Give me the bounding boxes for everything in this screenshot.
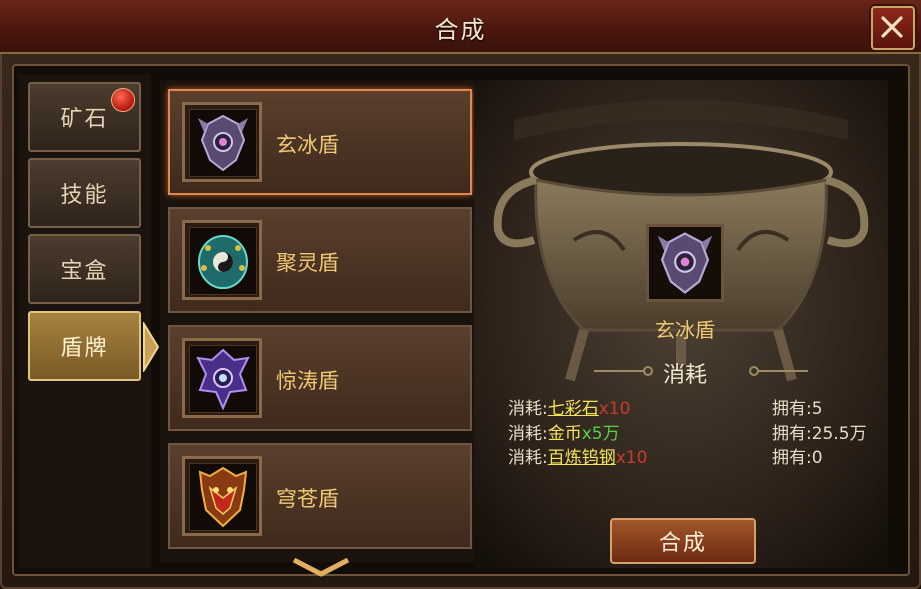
cost-qty: x10	[598, 399, 631, 419]
button-label: 合成	[658, 531, 707, 556]
close-button[interactable]	[871, 6, 915, 50]
cost-row: 消耗:金币x5万	[508, 419, 620, 444]
item-name: 穹苍盾	[276, 487, 339, 511]
cost-prefix: 消耗:	[508, 399, 548, 419]
material-name: 金币	[547, 424, 582, 444]
close-icon	[881, 16, 903, 38]
tab-label: 矿石	[60, 107, 109, 132]
owned-count: 拥有:0	[772, 448, 823, 468]
window-title: 合成	[434, 16, 487, 44]
tab-label: 盾牌	[60, 336, 109, 361]
list-item-qiongcang-shield[interactable]: 穹苍盾	[168, 443, 472, 549]
item-slot	[182, 456, 262, 536]
owned-count: 拥有:5	[772, 399, 823, 419]
ornament-right-icon	[749, 366, 808, 376]
active-tab-arrow-icon	[143, 322, 160, 372]
item-name: 玄冰盾	[276, 133, 339, 157]
item-name: 聚灵盾	[276, 251, 339, 275]
juling-shield-icon	[198, 235, 248, 289]
cost-prefix: 消耗:	[508, 448, 548, 468]
tab-skill[interactable]: 技能	[28, 158, 141, 228]
result-item-slot	[646, 224, 724, 302]
item-slot	[182, 102, 262, 182]
jingtao-shield-icon	[196, 348, 250, 411]
cost-qty: x5万	[581, 424, 620, 444]
material-link[interactable]: 七彩石	[548, 399, 599, 419]
result-item-name: 玄冰盾	[655, 318, 715, 342]
scroll-down-icon[interactable]	[292, 558, 350, 578]
tab-treasure-box[interactable]: 宝盒	[28, 234, 141, 304]
cost-prefix: 消耗:	[508, 424, 548, 444]
title-bar: 合成	[0, 0, 921, 54]
list-item-xuanbing-shield[interactable]: 玄冰盾	[168, 89, 472, 195]
tab-label: 技能	[60, 183, 109, 208]
cost-title: 消耗	[662, 363, 707, 388]
tab-ore[interactable]: 矿石	[28, 82, 141, 152]
tab-shield[interactable]: 盾牌	[28, 311, 141, 381]
item-slot	[182, 220, 262, 300]
owned-count: 拥有:25.5万	[772, 424, 867, 444]
cost-row: 消耗:百炼钨钢x10	[508, 443, 647, 468]
xuanbing-shield-icon	[657, 232, 713, 294]
list-item-juling-shield[interactable]: 聚灵盾	[168, 207, 472, 313]
notification-badge	[111, 88, 135, 112]
item-slot	[182, 338, 262, 418]
list-item-jingtao-shield[interactable]: 惊涛盾	[168, 325, 472, 431]
material-link[interactable]: 百炼钨钢	[548, 448, 616, 468]
item-name: 惊涛盾	[276, 369, 339, 393]
xuanbing-shield-icon	[198, 114, 248, 172]
cost-qty: x10	[615, 448, 648, 468]
synthesize-button[interactable]: 合成	[610, 518, 756, 564]
tab-label: 宝盒	[60, 259, 109, 284]
cost-row: 消耗:七彩石x10	[508, 394, 630, 419]
qiongcang-shield-icon	[198, 466, 248, 528]
